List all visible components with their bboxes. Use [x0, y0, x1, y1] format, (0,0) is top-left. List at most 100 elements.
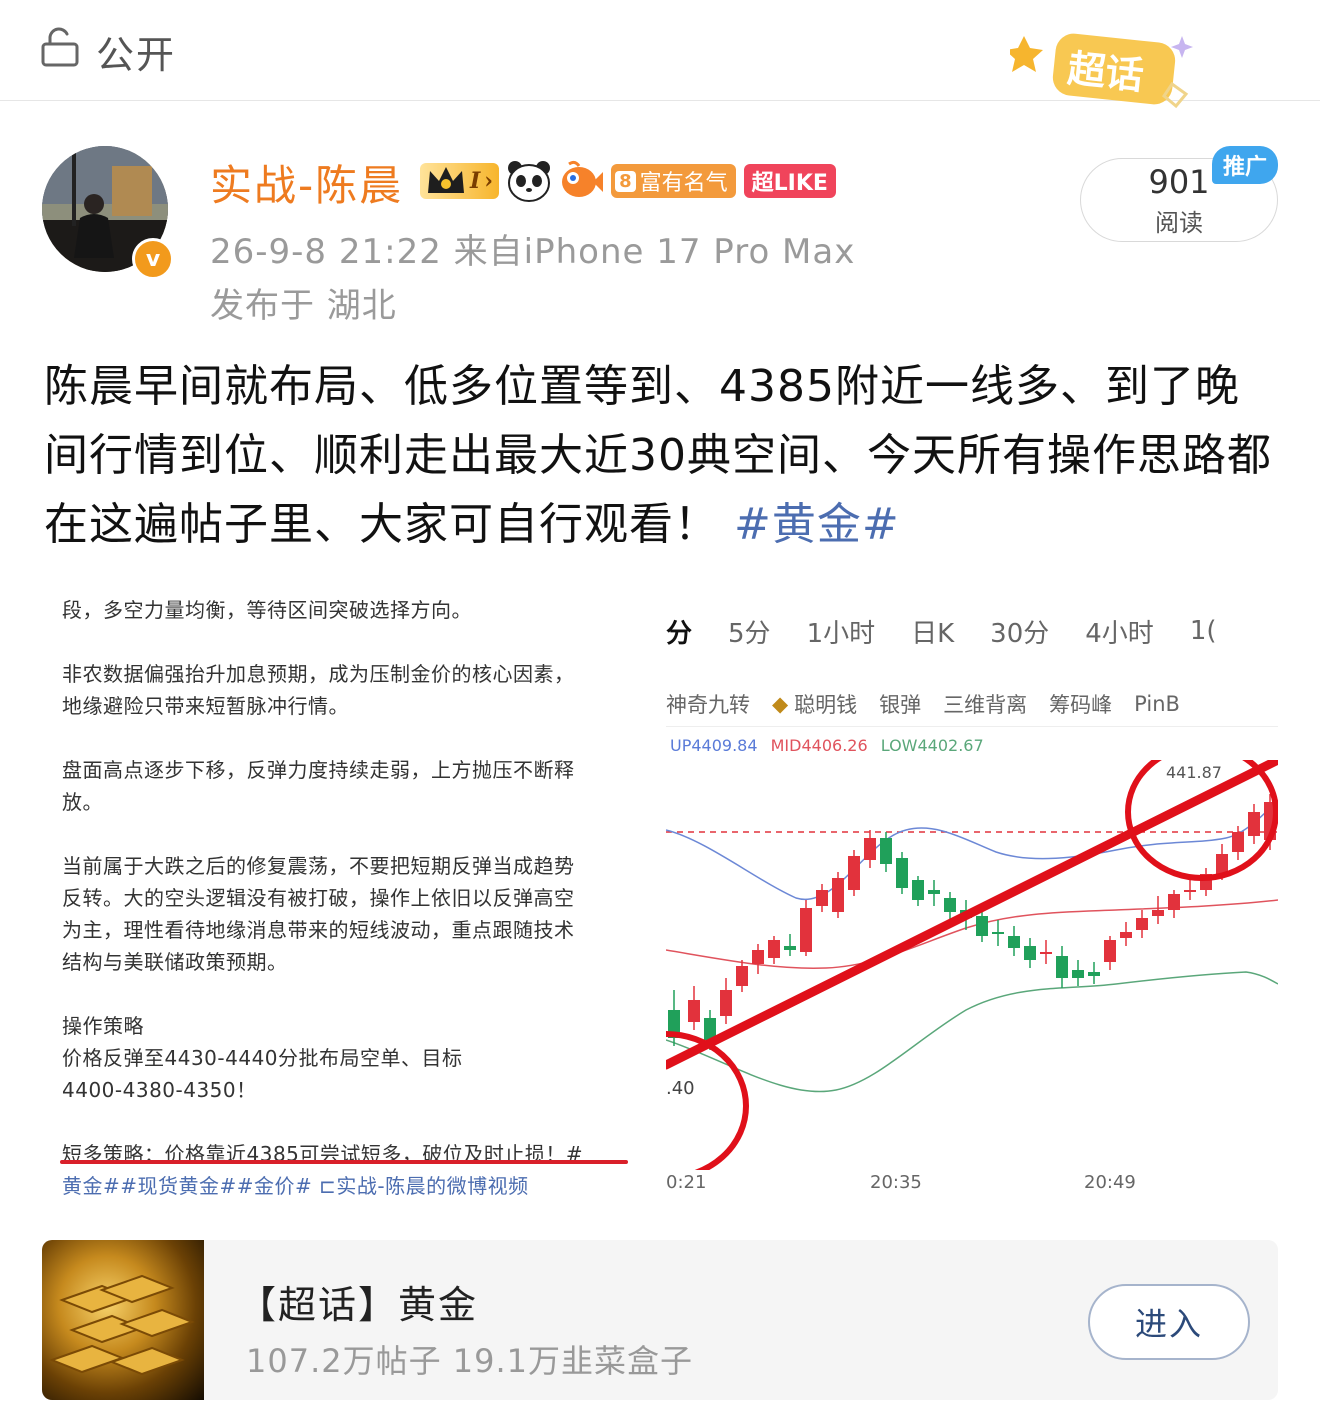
note-line: 非农数据偏强抬升加息预期，成为压制金价的核心因素，: [62, 662, 575, 686]
post-location: 发布于 湖北: [210, 286, 397, 326]
price-label-high: 441.87: [1166, 763, 1222, 782]
kline-chart: 分 5分 1小时 日K 30分 4小时 1( 神奇九转 ◆ 聪明钱 银弹 三维背…: [666, 600, 1278, 1200]
indicator-item: 银弹: [879, 693, 922, 717]
fame-level: 8: [615, 170, 636, 192]
hashtag-link[interactable]: #黄金#: [734, 499, 900, 550]
note-line: 盘面高点逐步下移，反弹力度持续走弱，上方抛压不断释: [62, 758, 575, 782]
candle-body: [1056, 956, 1068, 978]
candle-body: [1216, 854, 1228, 874]
gem-icon: ◆: [772, 692, 789, 716]
candle-body: [1168, 894, 1180, 910]
post-text: 陈晨早间就布局、低多位置等到、4385附近一线多、到了晚间行情到位、顺利走出最大…: [44, 352, 1284, 559]
indicator-bar: 神奇九转 ◆ 聪明钱 银弹 三维背离 筹码峰 PinB: [666, 682, 1278, 727]
post-time-source: 26-9-8 21:22 来自iPhone 17 Pro Max: [210, 232, 856, 272]
red-underline: [60, 1160, 628, 1164]
candle-body: [912, 880, 924, 900]
username[interactable]: 实战-陈晨: [210, 152, 403, 213]
boll-upper-line: [666, 799, 1278, 901]
promo-tag[interactable]: 推广: [1212, 146, 1278, 184]
user-badges: I › 8 富有名气 超LIKE: [420, 158, 836, 204]
note-hashtag-line: 黄金##现货黄金##金价# ⊏实战-陈晨的微博视频: [62, 1174, 529, 1198]
boll-mid: MID4406.26: [770, 736, 868, 755]
timeframe-tabs: 分 5分 1小时 日K 30分 4小时 1(: [666, 600, 1278, 662]
vip-level-text: I: [470, 168, 481, 194]
timeframe-tab: 1小时: [806, 618, 876, 649]
note-line: 当前属于大跌之后的修复震荡，不要把短期反弹当成趋势: [62, 854, 575, 878]
note-line: 价格反弹至4430-4440分批布局空单、目标: [62, 1046, 463, 1070]
boll-up: UP4409.84: [670, 736, 758, 755]
candle-body: [896, 858, 908, 888]
verified-icon: v: [132, 238, 174, 280]
candle-body: [848, 856, 860, 890]
candle-body: [928, 890, 940, 894]
candle-body: [688, 1000, 700, 1022]
vip-level-badge[interactable]: I ›: [420, 163, 500, 199]
candle-body: [816, 890, 828, 906]
post-body-text: 陈晨早间就布局、低多位置等到、4385附近一线多、到了晚间行情到位、顺利走出最大…: [44, 361, 1272, 550]
trend-line-annotation: [666, 760, 1278, 1070]
boll-values: UP4409.84 MID4406.26 LOW4402.67: [670, 736, 984, 755]
candle-body: [800, 908, 812, 952]
read-label: 阅读: [1155, 209, 1203, 237]
gold-bars-image: [49, 1274, 195, 1376]
boll-low: LOW4402.67: [880, 736, 984, 755]
indicator-item: 神奇九转: [666, 693, 750, 717]
visibility-label[interactable]: 公开: [96, 24, 176, 79]
candle-body: [944, 898, 956, 912]
candle-body: [976, 916, 988, 936]
note-line: 放。: [62, 790, 103, 814]
candle-body: [1152, 910, 1164, 916]
candle-body: [1248, 812, 1260, 836]
super-like-badge[interactable]: 超LIKE: [743, 164, 836, 198]
gold-thumbnail: [42, 1240, 204, 1400]
enter-button[interactable]: 进入: [1088, 1284, 1250, 1360]
timeframe-tab: 1(: [1189, 616, 1217, 646]
candle-body: [864, 838, 876, 860]
candle-body: [1072, 970, 1084, 978]
note-line: 为主，理性看待地缘消息带来的短线波动，重点跟随技术: [62, 918, 575, 942]
time-label: 0:21: [666, 1172, 707, 1193]
candle-body: [1104, 940, 1116, 962]
indicator-item: PinB: [1134, 692, 1180, 716]
topic-title: 【超话】黄金: [238, 1283, 479, 1327]
candle-body: [784, 946, 796, 950]
indicator-item: 聪明钱: [794, 693, 858, 717]
crown-icon: [428, 167, 464, 193]
lock-icon: [41, 27, 79, 67]
price-label-low: .40: [666, 1078, 695, 1099]
timeframe-tab: 5分: [728, 618, 771, 649]
indicator-item: 筹码峰: [1049, 693, 1113, 717]
supertopic-card[interactable]: 【超话】黄金 107.2万帖子 19.1万韭菜盒子 进入: [42, 1240, 1278, 1400]
note-heading: 操作策略: [62, 1014, 144, 1038]
fish-icon[interactable]: [559, 160, 604, 202]
note-panel: 段，多空力量均衡，等待区间突破选择方向。 非农数据偏强抬升加息预期，成为压制金价…: [42, 578, 642, 1200]
candle-body: [1008, 936, 1020, 948]
candle-body: [1184, 890, 1196, 892]
fame-badge[interactable]: 8 富有名气: [611, 164, 736, 198]
chevron-right-icon: ›: [484, 168, 494, 194]
candle-body: [1040, 952, 1052, 954]
time-label: 20:35: [870, 1172, 922, 1193]
timeframe-tab: 30分: [990, 618, 1050, 649]
timeframe-tab: 分: [666, 618, 693, 649]
timeframe-tab: 日K: [911, 618, 955, 649]
candle-body: [880, 838, 892, 864]
indicator-item: 三维背离: [943, 693, 1028, 717]
note-line: 反转。大的空头逻辑没有被打破，操作上依旧以反弹高空: [62, 886, 575, 910]
candle-body: [1024, 946, 1036, 960]
panda-icon[interactable]: [507, 160, 551, 202]
topic-stats: 107.2万帖子 19.1万韭菜盒子: [246, 1342, 694, 1380]
note-line: 4400-4380-4350！: [62, 1078, 257, 1102]
candle-body: [736, 966, 748, 986]
top-bar: 公开 超话: [0, 0, 1320, 109]
candle-body: [720, 990, 732, 1016]
candle-body: [1120, 932, 1132, 938]
candle-body: [752, 950, 764, 964]
candle-body: [1088, 972, 1100, 976]
note-line: 段，多空力量均衡，等待区间突破选择方向。: [62, 598, 472, 622]
fame-label: 富有名气: [639, 171, 728, 196]
boll-lower-line: [666, 971, 1278, 1093]
supertopic-badge[interactable]: 超话: [1010, 24, 1210, 114]
timeframe-tab: 4小时: [1085, 618, 1154, 649]
post-image[interactable]: 段，多空力量均衡，等待区间突破选择方向。 非农数据偏强抬升加息预期，成为压制金价…: [42, 578, 1278, 1200]
